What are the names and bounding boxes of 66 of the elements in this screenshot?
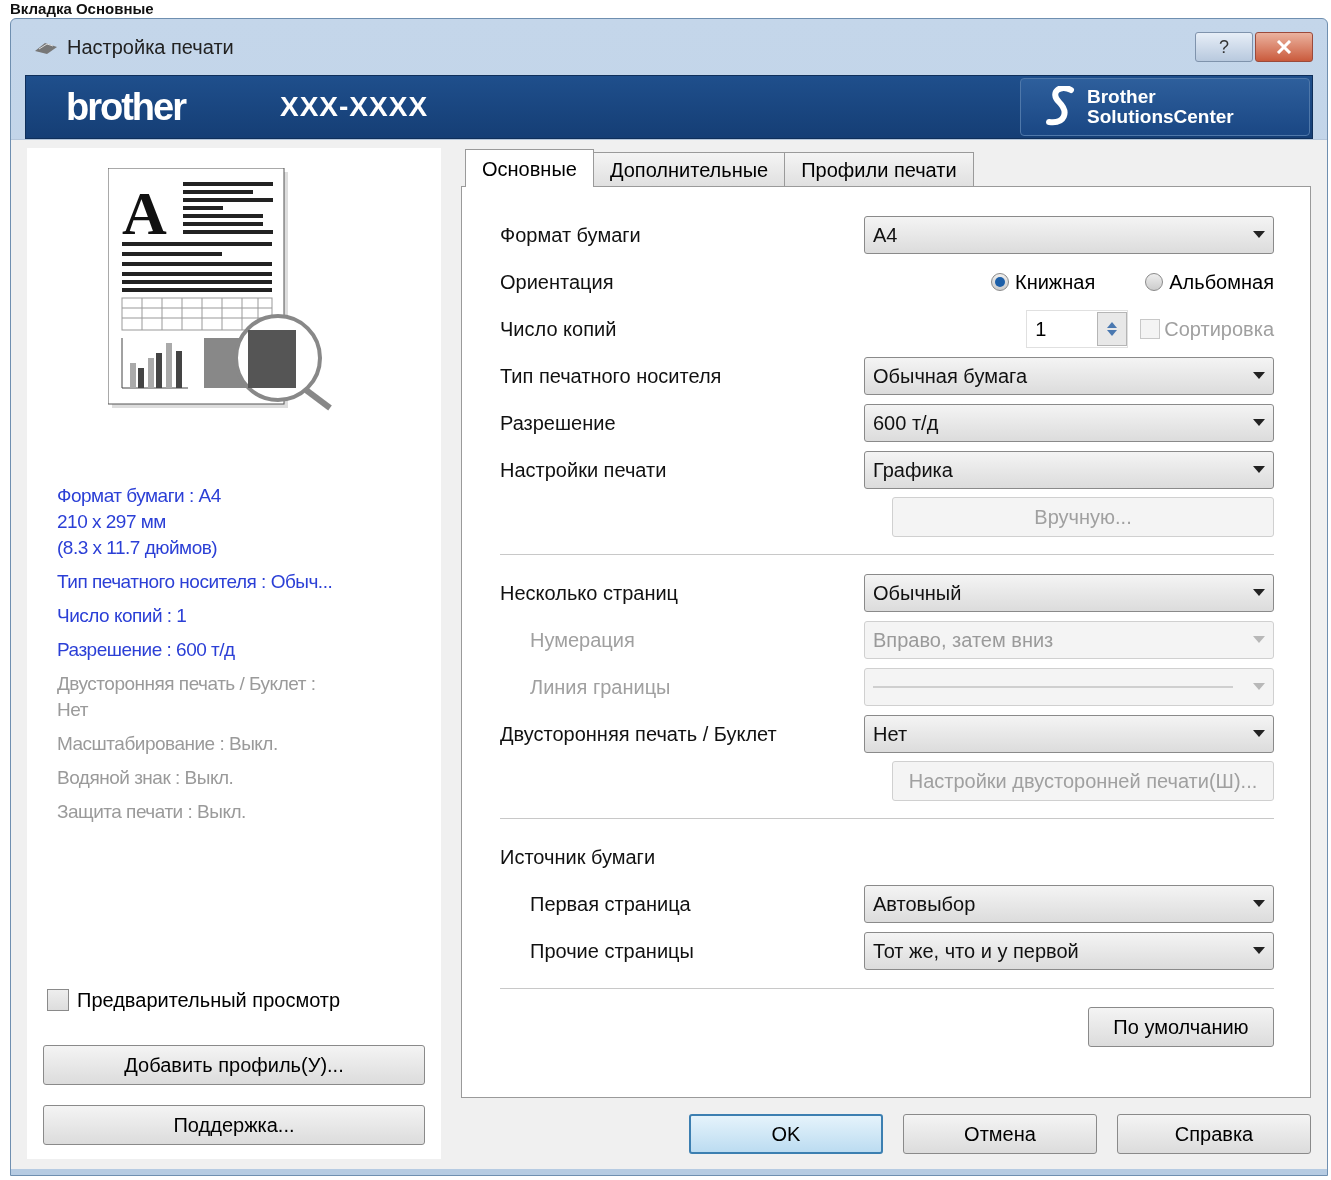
dropdown-select[interactable]: Автовыбор <box>864 884 1274 923</box>
summary-text: Формат бумаги : A4 210 x 297 мм (8.3 x 11.7 дюймов) <box>57 484 222 560</box>
radio-label: Книжная <box>1015 269 1096 295</box>
setting-label: Нумерация <box>529 627 635 653</box>
setting-label: Число копий <box>500 316 617 342</box>
setting-label: Формат бумаги <box>500 222 641 248</box>
dialog-button[interactable]: OK <box>689 1114 883 1154</box>
dropdown-select[interactable]: 600 т/д <box>864 403 1274 442</box>
close-button[interactable] <box>1255 32 1313 62</box>
setting-label: Линия границы <box>529 674 671 700</box>
dropdown-caret-icon <box>1253 419 1265 426</box>
radio-label: Альбомная <box>1169 269 1274 295</box>
summary-text: Двусторонняя печать / Буклет : Нет <box>57 672 317 722</box>
window-title: Настройка печати <box>67 35 234 60</box>
solutions-center-button[interactable]: Brother SolutionsCenter <box>1020 78 1310 136</box>
dropdown-select[interactable]: Обычный <box>864 573 1274 612</box>
radio-button[interactable] <box>1145 272 1164 291</box>
checkbox-label: Сортировка <box>1164 316 1274 342</box>
dropdown-caret-icon <box>1253 947 1265 954</box>
default-button[interactable]: По умолчанию <box>1088 1007 1274 1047</box>
copies-spinner[interactable]: 1 <box>1026 309 1129 348</box>
setting-label: Настройки печати <box>500 457 667 483</box>
setting-label: Первая страница <box>529 891 691 917</box>
tab[interactable]: Профили печати <box>784 152 974 186</box>
dropdown-caret-icon <box>1253 636 1265 643</box>
dropdown-caret-icon <box>1253 589 1265 596</box>
close-icon <box>1276 40 1292 54</box>
panel-button[interactable]: Добавить профиль(У)... <box>43 1045 425 1085</box>
radio-button[interactable] <box>991 272 1009 291</box>
setting-label: Двусторонняя печать / Буклет <box>500 721 777 747</box>
dialog-button[interactable]: Отмена <box>903 1114 1097 1154</box>
spinner-arrows-icon[interactable] <box>1097 311 1128 346</box>
summary-text: Масштабирование : Выкл. <box>57 732 279 756</box>
checkbox-label: Предварительный просмотр <box>77 988 341 1013</box>
setting-label: Несколько страниц <box>500 580 679 606</box>
panel-button[interactable]: Поддержка... <box>43 1105 425 1145</box>
dropdown-caret-icon <box>1253 730 1265 737</box>
swoosh-logo-icon <box>1045 86 1075 128</box>
setting-label: Тип печатного носителя <box>500 363 722 389</box>
dropdown-select[interactable]: Обычная бумага <box>864 356 1274 395</box>
dropdown-caret-icon <box>1253 466 1265 473</box>
page-heading: Вкладка Основные <box>9 0 155 18</box>
dropdown-select[interactable]: Нет <box>864 714 1274 753</box>
dropdown-caret-icon <box>1253 372 1265 379</box>
summary-text: Тип печатного носителя : Обыч... <box>57 570 334 594</box>
summary-text: Защита печати : Выкл. <box>57 800 247 824</box>
tab[interactable]: Дополнительные <box>592 152 786 186</box>
help-button[interactable]: ? <box>1195 32 1253 62</box>
dropdown-select[interactable]: Графика <box>864 450 1274 489</box>
summary-text: Разрешение : 600 т/д <box>57 638 236 662</box>
setting-label: Источник бумаги <box>500 844 656 870</box>
dropdown-caret-icon <box>1253 231 1265 238</box>
summary-text: Водяной знак : Выкл. <box>57 766 235 790</box>
dropdown-caret-icon <box>1253 900 1265 907</box>
dropdown-select[interactable]: A4 <box>864 215 1274 254</box>
model-name: XXX-XXXX <box>280 90 429 124</box>
dialog-button[interactable]: Справка <box>1117 1114 1311 1154</box>
dropdown-caret-icon <box>1253 683 1265 690</box>
dropdown-select[interactable]: Тот же, что и у первой <box>864 931 1274 970</box>
setting-label: Ориентация <box>500 269 614 295</box>
brand-logo: brother <box>65 84 187 130</box>
summary-text: Число копий : 1 <box>57 604 188 628</box>
setting-label: Разрешение <box>500 410 616 436</box>
checkbox[interactable] <box>47 989 69 1011</box>
setting-label: Прочие страницы <box>529 938 694 964</box>
tab[interactable]: Основные <box>465 149 594 187</box>
